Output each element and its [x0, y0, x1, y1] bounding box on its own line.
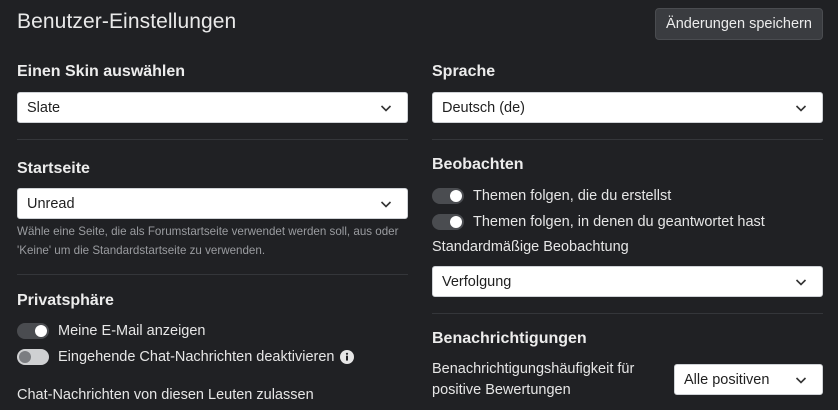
show-email-toggle-row[interactable]: Meine E-Mail anzeigen	[17, 321, 206, 341]
homepage-help-text: Wähle eine Seite, die als Forumstartseit…	[17, 225, 399, 257]
notifications-section-title: Benachrichtigungen	[432, 330, 587, 347]
default-watch-select[interactable]: Verfolgung	[432, 266, 823, 297]
watch-created-toggle[interactable]	[432, 188, 464, 204]
show-email-toggle[interactable]	[17, 323, 49, 339]
default-watch-select-value: Verfolgung	[442, 273, 512, 290]
page-title: Benutzer-Einstellungen	[17, 10, 237, 33]
divider	[432, 313, 823, 314]
default-watch-label: Standardmäßige Beobachtung	[432, 239, 629, 255]
disable-chat-toggle-row[interactable]: Eingehende Chat-Nachrichten deaktivieren	[17, 347, 355, 367]
like-frequency-select[interactable]: Alle positiven	[674, 364, 823, 395]
skin-select-value: Slate	[27, 99, 61, 116]
divider	[17, 139, 408, 140]
language-select[interactable]: Deutsch (de)	[432, 92, 823, 123]
chat-allow-label: Chat-Nachrichten von diesen Leuten zulas…	[17, 387, 314, 403]
divider	[432, 139, 823, 140]
privacy-section-title: Privatsphäre	[17, 292, 114, 309]
language-select-value: Deutsch (de)	[442, 99, 526, 116]
watch-replied-label: Themen folgen, in denen du geantwortet h…	[473, 214, 765, 230]
like-frequency-select-value: Alle positiven	[684, 371, 770, 388]
disable-chat-toggle[interactable]	[17, 349, 49, 365]
watching-section-title: Beobachten	[432, 156, 524, 173]
save-changes-button[interactable]: Änderungen speichern	[655, 8, 823, 40]
show-email-label: Meine E-Mail anzeigen	[58, 323, 206, 339]
chevron-down-icon	[380, 102, 392, 114]
homepage-section-title: Startseite	[17, 160, 90, 177]
chevron-down-icon	[380, 198, 392, 210]
skin-select[interactable]: Slate	[17, 92, 408, 123]
watch-replied-toggle-row[interactable]: Themen folgen, in denen du geantwortet h…	[432, 212, 765, 232]
watch-created-label: Themen folgen, die du erstellst	[473, 188, 672, 204]
watch-replied-toggle[interactable]	[432, 214, 464, 230]
language-section-title: Sprache	[432, 63, 496, 80]
skin-section-title: Einen Skin auswählen	[17, 63, 186, 80]
chevron-down-icon	[795, 102, 807, 114]
chevron-down-icon	[795, 276, 807, 288]
like-frequency-label: Benachrichtigungshäufigkeit für positive…	[432, 361, 635, 398]
divider	[17, 274, 408, 275]
disable-chat-label: Eingehende Chat-Nachrichten deaktivieren	[58, 349, 335, 365]
chevron-down-icon	[795, 374, 807, 386]
info-icon[interactable]	[340, 350, 355, 364]
homepage-select[interactable]: Unread	[17, 188, 408, 219]
homepage-select-value: Unread	[27, 195, 75, 212]
watch-created-toggle-row[interactable]: Themen folgen, die du erstellst	[432, 186, 671, 206]
